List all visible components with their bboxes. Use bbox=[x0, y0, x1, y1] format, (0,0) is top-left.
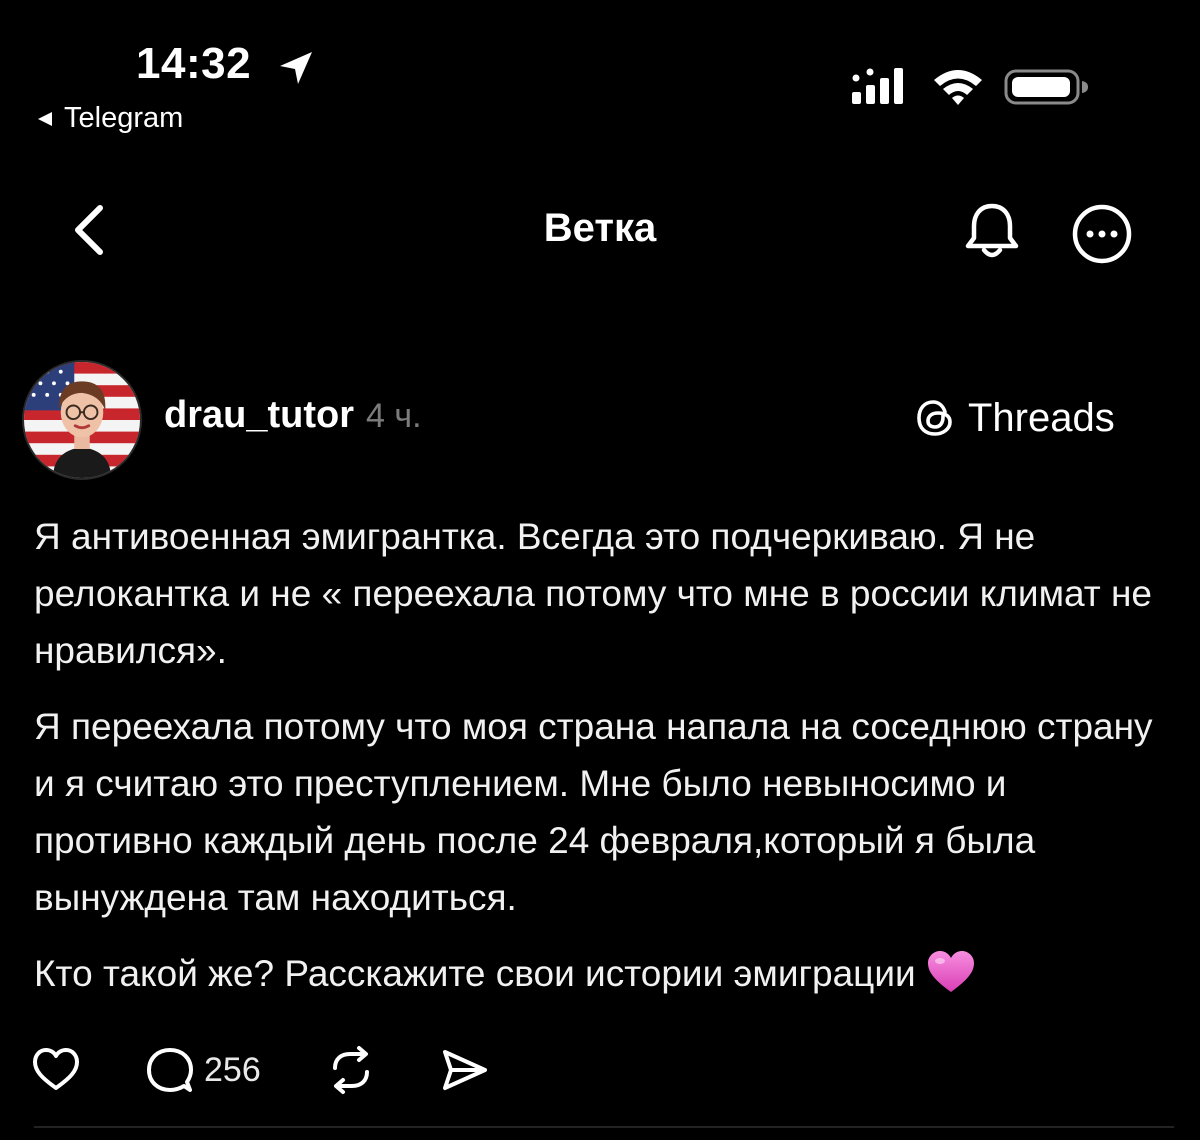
back-triangle-icon bbox=[38, 111, 52, 126]
repost-button[interactable] bbox=[325, 1044, 377, 1096]
avatar-image bbox=[24, 362, 140, 478]
username[interactable]: drau_tutor bbox=[164, 396, 354, 434]
wifi-icon bbox=[934, 70, 982, 105]
reply-count: 256 bbox=[204, 1050, 261, 1089]
post-body: Я антивоенная эмигрантка. Всегда это под… bbox=[34, 508, 1174, 1021]
battery-icon bbox=[1004, 69, 1088, 105]
threads-label: Threads bbox=[968, 396, 1115, 440]
back-to-telegram[interactable]: Telegram bbox=[36, 104, 183, 133]
reply-button[interactable]: 256 bbox=[144, 1044, 261, 1096]
heart-icon bbox=[33, 1048, 79, 1090]
post-paragraph-3-text: Кто такой же? Расскажите свои истории эм… bbox=[34, 953, 916, 994]
threads-logo-icon bbox=[917, 400, 952, 436]
share-button[interactable] bbox=[439, 1044, 491, 1096]
post-paragraph-1: Я антивоенная эмигрантка. Всегда это под… bbox=[34, 516, 1153, 671]
avatar[interactable] bbox=[22, 360, 142, 480]
cellular-signal-icon bbox=[852, 68, 903, 104]
location-arrow-icon bbox=[280, 52, 312, 84]
bell-icon[interactable] bbox=[962, 200, 1022, 264]
post-time: 4 ч. bbox=[366, 397, 422, 435]
back-app-label: Telegram bbox=[64, 102, 184, 134]
threads-badge[interactable]: Threads bbox=[914, 394, 1115, 442]
post-actions: 256 bbox=[30, 1040, 491, 1100]
pink-heart-emoji-icon bbox=[927, 951, 974, 992]
send-icon bbox=[442, 1050, 487, 1090]
repost-icon bbox=[332, 1046, 369, 1094]
status-time: 14:32 bbox=[136, 39, 252, 88]
comment-bubble-icon bbox=[147, 1048, 193, 1092]
post-paragraph-3: Кто такой же? Расскажите свои истории эм… bbox=[34, 945, 1174, 1002]
post-paragraph-2: Я переехала потому что моя страна напала… bbox=[34, 706, 1153, 918]
post-author-row: drau_tutor 4 ч. bbox=[164, 396, 422, 434]
like-button[interactable] bbox=[30, 1044, 82, 1096]
post-divider bbox=[34, 1126, 1174, 1128]
more-options-icon[interactable] bbox=[1070, 202, 1134, 266]
